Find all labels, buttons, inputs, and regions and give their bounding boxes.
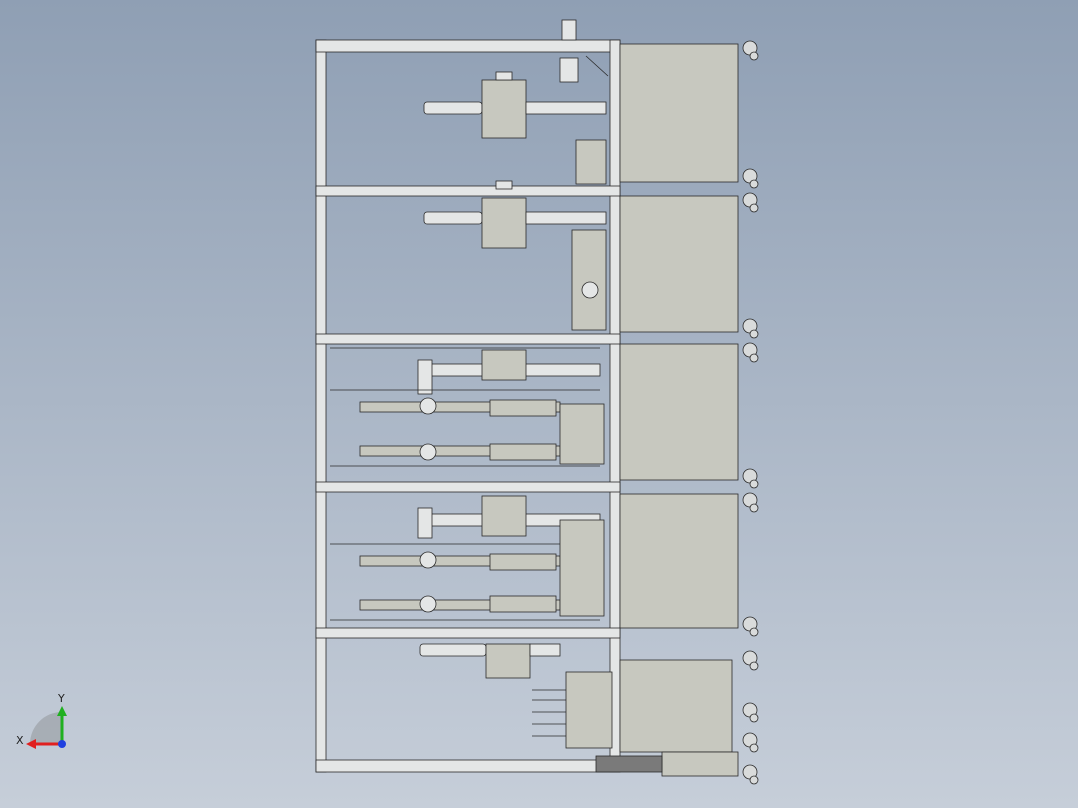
module-2-spindle — [423, 180, 607, 331]
cabinet-panel-2 — [619, 195, 739, 333]
cabinet-panel-1 — [619, 43, 739, 183]
cabinet-panel-5 — [619, 659, 733, 753]
frame-bottom-rail — [315, 759, 621, 773]
axis-triad: X Y — [16, 692, 67, 749]
triad-y-arrowhead — [57, 706, 67, 716]
module-3-conveyors — [330, 347, 605, 467]
module-4-conveyors — [330, 495, 605, 621]
caster-wheels — [742, 40, 759, 785]
frame-divider-rail-4 — [315, 627, 621, 639]
triad-y-label: Y — [57, 692, 65, 705]
frame-divider-rail-1 — [315, 185, 621, 197]
triad-z-axis — [58, 740, 66, 748]
machine-assembly — [315, 19, 759, 785]
frame-left-column — [315, 39, 327, 773]
triad-x-label: X — [16, 734, 24, 747]
triad-shade — [30, 712, 62, 744]
cabinet-panel-4 — [619, 493, 739, 629]
cabinet-base — [661, 751, 739, 777]
frame-divider-rail-2 — [315, 333, 621, 345]
frame-top-rail — [315, 39, 621, 53]
cad-viewport[interactable]: X Y — [0, 0, 1078, 808]
frame-right-column — [609, 39, 621, 773]
cabinet-panel-3 — [619, 343, 739, 481]
frame-divider-rail-3 — [315, 481, 621, 493]
